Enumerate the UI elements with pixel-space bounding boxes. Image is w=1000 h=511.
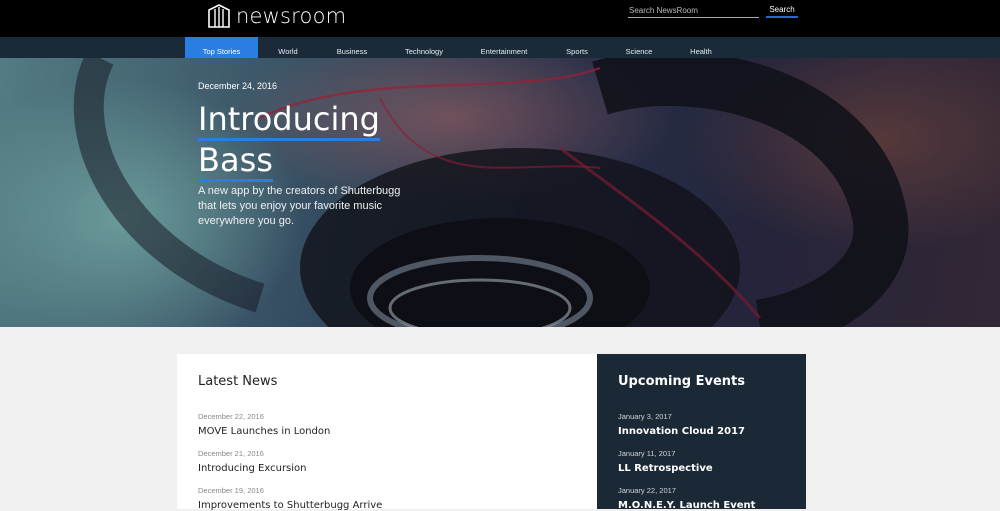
top-bar: newsroom Search — [0, 0, 1000, 37]
event-date: January 11, 2017 — [618, 449, 676, 458]
nav-science[interactable]: Science — [618, 37, 660, 58]
hero-title-line1: Introducing — [198, 101, 380, 141]
list-item[interactable]: December 22, 2016 MOVE Launches in Londo… — [198, 412, 330, 437]
hero-title-line2: Bass — [198, 142, 273, 182]
search-button[interactable]: Search — [766, 3, 798, 18]
nav-health[interactable]: Health — [682, 37, 720, 58]
nav-entertainment[interactable]: Entertainment — [474, 37, 534, 58]
nav-business[interactable]: Business — [330, 37, 374, 58]
list-item[interactable]: January 3, 2017 Innovation Cloud 2017 — [618, 412, 745, 437]
nav-technology[interactable]: Technology — [398, 37, 450, 58]
upcoming-events-card: Upcoming Events January 3, 2017 Innovati… — [597, 354, 806, 509]
search-input[interactable] — [628, 3, 759, 18]
news-title[interactable]: Improvements to Shutterbugg Arrive — [198, 500, 382, 511]
news-date: December 21, 2016 — [198, 449, 264, 458]
list-item[interactable]: January 22, 2017 M.O.N.E.Y. Launch Event — [618, 486, 755, 509]
upcoming-events-heading: Upcoming Events — [618, 374, 745, 389]
list-item[interactable]: January 11, 2017 LL Retrospective — [618, 449, 713, 474]
event-date: January 3, 2017 — [618, 412, 672, 421]
event-title[interactable]: M.O.N.E.Y. Launch Event — [618, 500, 755, 509]
list-item[interactable]: December 21, 2016 Introducing Excursion — [198, 449, 307, 474]
news-title[interactable]: MOVE Launches in London — [198, 426, 330, 437]
building-icon — [208, 4, 230, 28]
hero-description: A new app by the creators of Shutterbugg… — [198, 185, 401, 227]
logo-text: newsroom — [236, 4, 347, 28]
news-title[interactable]: Introducing Excursion — [198, 463, 307, 474]
hero-title[interactable]: Introducing Bass — [198, 101, 380, 183]
headphones-image — [0, 58, 1000, 327]
logo[interactable]: newsroom — [206, 3, 346, 29]
hero-date: December 24, 2016 — [198, 81, 278, 91]
category-nav: Top Stories World Business Technology En… — [0, 37, 1000, 58]
latest-news-card: Latest News December 22, 2016 MOVE Launc… — [177, 354, 597, 511]
nav-sports[interactable]: Sports — [558, 37, 596, 58]
news-date: December 22, 2016 — [198, 412, 264, 421]
event-title[interactable]: Innovation Cloud 2017 — [618, 426, 745, 437]
hero-banner[interactable]: December 24, 2016 Introducing Bass A new… — [0, 58, 1000, 327]
latest-news-heading: Latest News — [198, 374, 278, 389]
nav-world[interactable]: World — [268, 37, 308, 58]
event-title[interactable]: LL Retrospective — [618, 463, 713, 474]
nav-top-stories[interactable]: Top Stories — [185, 37, 258, 58]
news-date: December 19, 2016 — [198, 486, 264, 495]
event-date: January 22, 2017 — [618, 486, 676, 495]
list-item[interactable]: December 19, 2016 Improvements to Shutte… — [198, 486, 382, 511]
